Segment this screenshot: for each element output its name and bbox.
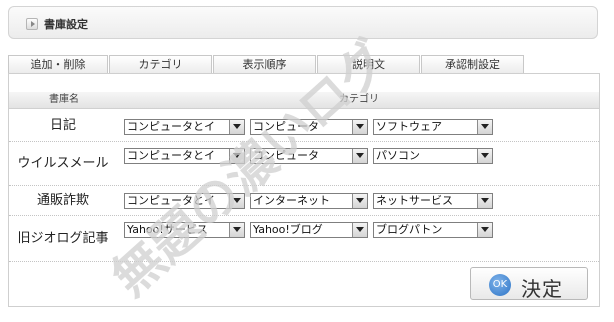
chevron-down-icon bbox=[352, 194, 367, 208]
category-select-3[interactable]: パソコン bbox=[373, 148, 493, 164]
column-header-category: カテゴリ bbox=[339, 94, 379, 105]
category-select-1[interactable]: コンピュータとイ bbox=[124, 119, 245, 135]
category-select-2[interactable]: コンピュータ bbox=[250, 148, 368, 164]
table-header: 書庫名 カテゴリ bbox=[9, 92, 599, 109]
tab-category[interactable]: カテゴリ bbox=[109, 55, 212, 73]
table-row: 日記 コンピュータとイ コンピュータ ソフトウェア bbox=[9, 110, 599, 142]
category-select-2[interactable]: インターネット bbox=[250, 193, 368, 209]
chevron-down-icon bbox=[477, 149, 492, 163]
category-select-1[interactable]: コンピュータとイ bbox=[124, 193, 245, 209]
chevron-down-icon bbox=[352, 223, 367, 237]
column-header-name: 書庫名 bbox=[49, 94, 79, 105]
category-select-1[interactable]: Yahoo!サービス bbox=[124, 222, 245, 238]
category-select-3[interactable]: ブログパトン bbox=[373, 222, 493, 238]
library-name: ウイルスメール bbox=[17, 155, 109, 171]
table-row: 通販詐欺 コンピュータとイ インターネット ネットサービス bbox=[9, 186, 599, 216]
submit-button[interactable]: OK 決定 bbox=[470, 267, 588, 301]
table-row: 旧ジオログ記事 Yahoo!サービス Yahoo!ブログ ブログパトン bbox=[9, 216, 599, 262]
chevron-down-icon bbox=[352, 120, 367, 134]
category-select-3[interactable]: ネットサービス bbox=[373, 193, 493, 209]
tab-display-order[interactable]: 表示順序 bbox=[213, 55, 316, 73]
chevron-down-icon bbox=[229, 223, 244, 237]
category-select-2[interactable]: Yahoo!ブログ bbox=[250, 222, 368, 238]
tab-add-delete[interactable]: 追加・削除 bbox=[8, 55, 108, 73]
library-name: 通販詐欺 bbox=[36, 192, 89, 208]
category-select-3[interactable]: ソフトウェア bbox=[373, 119, 493, 135]
chevron-down-icon bbox=[477, 223, 492, 237]
category-select-2[interactable]: コンピュータ bbox=[250, 119, 368, 135]
submit-button-label: 決定 bbox=[521, 277, 563, 301]
chevron-down-icon bbox=[229, 149, 244, 163]
chevron-down-icon bbox=[477, 194, 492, 208]
section-header: 書庫設定 bbox=[8, 6, 598, 39]
tab-description[interactable]: 説明文 bbox=[317, 55, 420, 73]
settings-tabs: 追加・削除 カテゴリ 表示順序 説明文 承認制設定 bbox=[8, 55, 525, 73]
section-title: 書庫設定 bbox=[44, 18, 88, 31]
chevron-down-icon bbox=[352, 149, 367, 163]
arrow-right-icon bbox=[26, 18, 38, 30]
category-select-1[interactable]: コンピュータとイ bbox=[124, 148, 245, 164]
tab-approval-settings[interactable]: 承認制設定 bbox=[421, 55, 524, 73]
table-row: ウイルスメール コンピュータとイ コンピュータ パソコン bbox=[9, 142, 599, 186]
ok-icon: OK bbox=[489, 274, 511, 296]
chevron-down-icon bbox=[477, 120, 492, 134]
library-name: 旧ジオログ記事 bbox=[17, 230, 109, 246]
category-panel: 書庫名 カテゴリ 日記 コンピュータとイ コンピュータ ソフトウェア ウイルスメ… bbox=[8, 73, 600, 307]
library-name: 日記 bbox=[49, 117, 76, 133]
chevron-down-icon bbox=[229, 194, 244, 208]
chevron-down-icon bbox=[229, 120, 244, 134]
